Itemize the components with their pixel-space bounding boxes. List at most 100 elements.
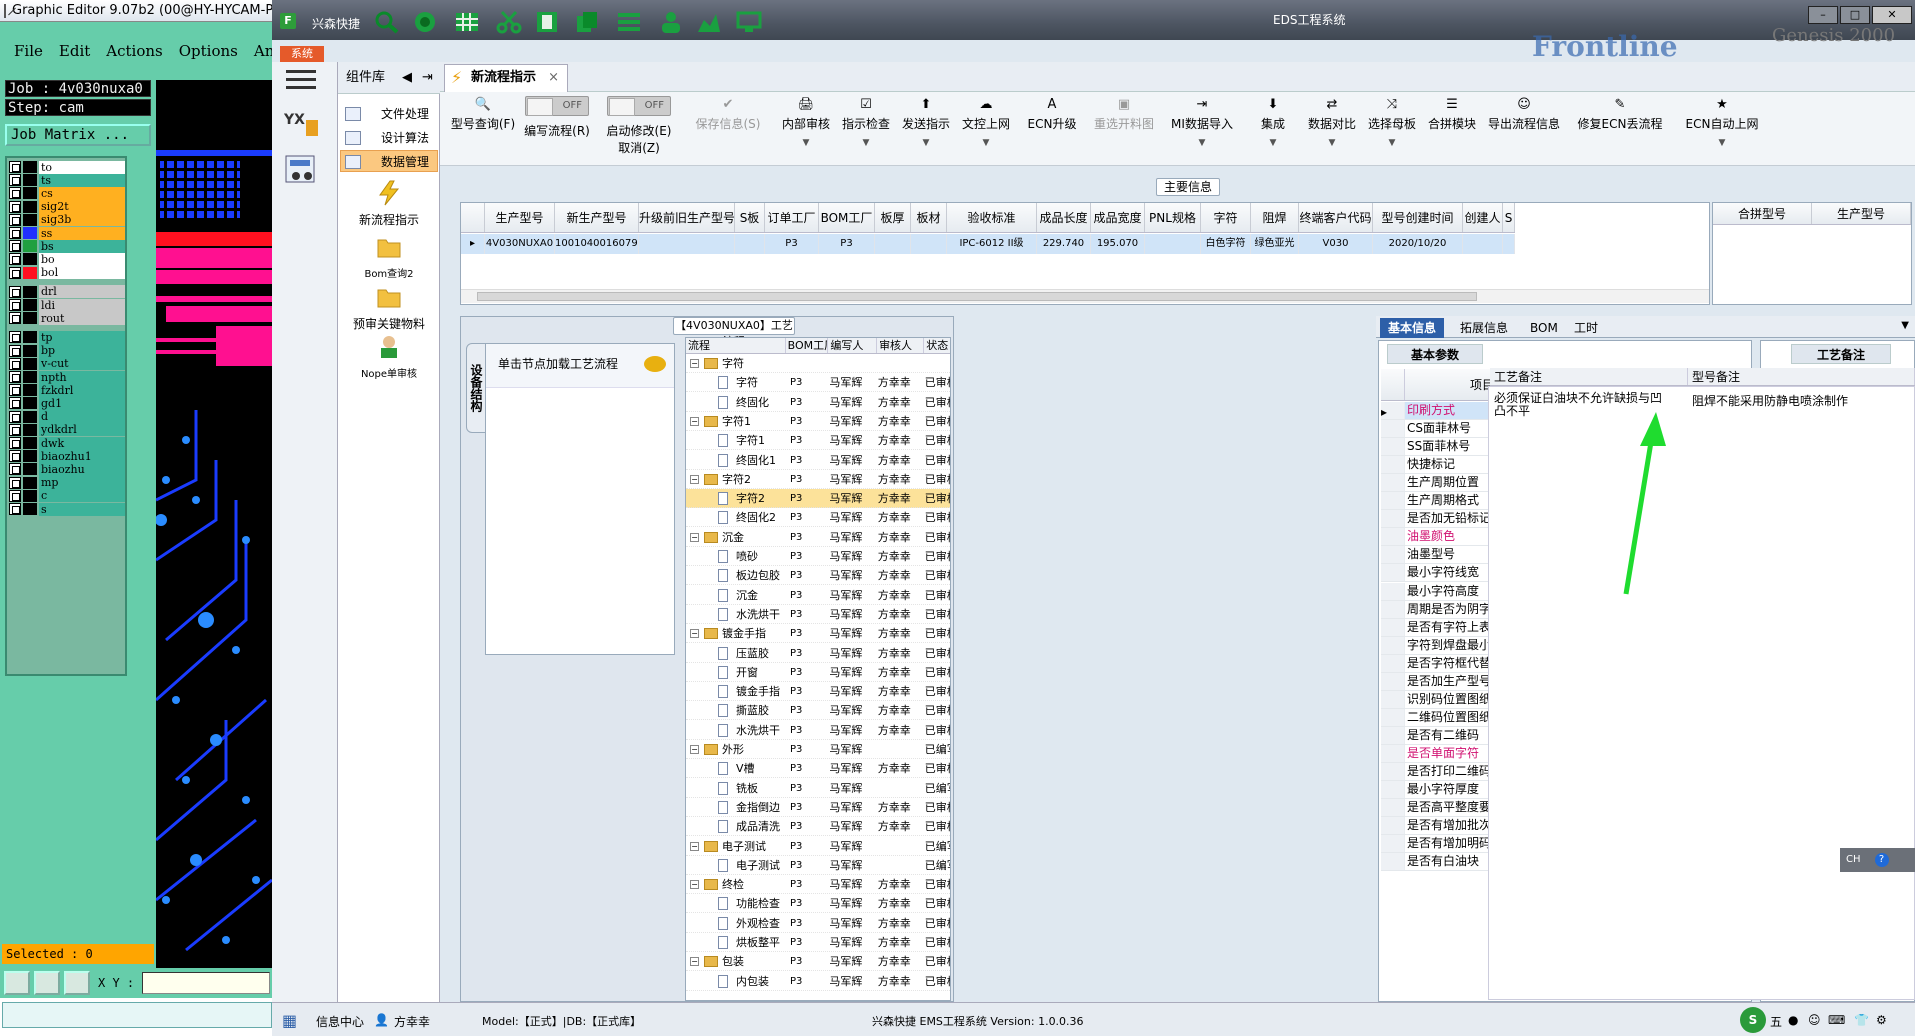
- tree-row[interactable]: − 终检 P3 马军辉方幸幸已审核: [686, 875, 950, 895]
- toolbar-btn-9[interactable]: ⬇ 集成 ▼: [1248, 96, 1298, 149]
- tree-row[interactable]: 外观检查 P3 马军辉方幸幸已审核: [686, 914, 950, 933]
- layer-row[interactable]: sig3b: [9, 213, 125, 227]
- layer-checkbox[interactable]: [9, 253, 21, 266]
- tools-icon[interactable]: ⚙: [1876, 1013, 1887, 1027]
- layer-color-swatch[interactable]: [23, 371, 37, 383]
- layer-checkbox[interactable]: [9, 476, 21, 489]
- layer-checkbox[interactable]: [9, 312, 21, 325]
- ime-indicator[interactable]: CH?: [1840, 848, 1915, 872]
- layer-checkbox[interactable]: [9, 187, 21, 200]
- layer-checkbox[interactable]: [9, 285, 21, 298]
- layer-row[interactable]: bp: [9, 344, 125, 358]
- main-col-header[interactable]: 阻焊: [1251, 203, 1299, 232]
- layer-checkbox[interactable]: [9, 266, 21, 279]
- main-cell[interactable]: 195.070: [1091, 234, 1145, 254]
- tree-row[interactable]: 镀金手指 P3 马军辉方幸幸已审核: [686, 682, 950, 702]
- layer-checkbox[interactable]: [9, 503, 21, 515]
- layer-checkbox[interactable]: [9, 240, 21, 253]
- layer-color-swatch[interactable]: [23, 227, 37, 239]
- node-hint-box[interactable]: 单击节点加载工艺流程: [485, 343, 675, 655]
- layer-color-swatch[interactable]: [23, 240, 37, 253]
- tree-row[interactable]: − 沉金 P3 马军辉方幸幸已审核: [686, 528, 950, 547]
- layer-row[interactable]: mp: [9, 476, 125, 490]
- layer-row[interactable]: ldi: [9, 298, 125, 312]
- calculator-module-icon[interactable]: [284, 154, 320, 186]
- scissors-icon[interactable]: [496, 10, 522, 34]
- nav-design-algorithm[interactable]: 设计算法: [340, 126, 438, 148]
- toolbar-btn-15[interactable]: ★ ECN自动上网 ▼: [1678, 96, 1766, 149]
- main-cell[interactable]: P3: [819, 234, 875, 254]
- minimize-button[interactable]: –: [1808, 6, 1838, 24]
- tab-close-icon[interactable]: ×: [548, 65, 559, 91]
- sogou-ime-icon[interactable]: S: [1740, 1007, 1766, 1033]
- layer-row[interactable]: drl: [9, 285, 125, 299]
- tree-row[interactable]: 烘板整平 P3 马军辉 方幸幸已审核: [686, 933, 950, 952]
- layer-row[interactable]: gd1: [9, 396, 125, 410]
- layer-row[interactable]: bo: [9, 252, 125, 266]
- layer-checkbox[interactable]: [9, 299, 21, 311]
- layer-color-swatch[interactable]: [23, 161, 37, 173]
- tree-row[interactable]: 开窗 P3 马军辉方幸幸已审核: [686, 663, 950, 682]
- expand-toggle-icon[interactable]: −: [690, 957, 699, 967]
- main-cell[interactable]: [1503, 234, 1515, 254]
- layer-row[interactable]: ts: [9, 173, 125, 187]
- dropdown-icon[interactable]: ▼: [1901, 320, 1909, 331]
- main-col-header[interactable]: 订单工厂: [765, 203, 819, 232]
- main-col-header[interactable]: 字符: [1201, 203, 1251, 232]
- tree-row[interactable]: 板边包胶 P3 马军辉方幸幸已审核: [686, 566, 950, 586]
- main-col-header[interactable]: 创建人: [1463, 203, 1503, 232]
- main-cell[interactable]: 10010400160795: [555, 234, 639, 254]
- chevron-down-icon[interactable]: ▼: [840, 138, 892, 148]
- layer-color-swatch[interactable]: [23, 437, 37, 449]
- layer-checkbox[interactable]: [9, 357, 21, 370]
- layer-color-swatch[interactable]: [23, 423, 37, 436]
- layer-color-swatch[interactable]: [23, 384, 37, 397]
- toolbar-btn-7[interactable]: ▣ 重选开料图: [1092, 96, 1156, 132]
- layer-row[interactable]: rout: [9, 311, 125, 325]
- tree-row[interactable]: 金指倒边 P3 马军辉方幸幸已审核: [686, 798, 950, 817]
- layer-color-swatch[interactable]: [23, 312, 37, 325]
- main-col-header[interactable]: 成品长度: [1037, 203, 1091, 232]
- nav-bom-query[interactable]: Bom查询2: [338, 234, 440, 280]
- menu-icon[interactable]: [286, 70, 316, 90]
- tree-row[interactable]: 铣板 P3 马军辉 已编写: [686, 779, 950, 798]
- menu-file[interactable]: File: [14, 42, 43, 60]
- chevron-down-icon[interactable]: ▼: [1248, 138, 1298, 148]
- layer-checkbox[interactable]: [9, 213, 21, 226]
- layer-checkbox[interactable]: [9, 200, 21, 213]
- yx-module-icon[interactable]: YX: [284, 108, 320, 138]
- toolbar-btn-2[interactable]: 🖨 内部审核 ▼: [780, 96, 832, 149]
- person-icon[interactable]: 👕: [1854, 1013, 1869, 1027]
- main-cell[interactable]: 229.740: [1037, 234, 1091, 254]
- layer-color-swatch[interactable]: [23, 450, 37, 463]
- list-icon[interactable]: [616, 10, 642, 34]
- layer-row[interactable]: d: [9, 410, 125, 424]
- model-note-text[interactable]: 阻焊不能采用防静电喷涂制作: [1692, 392, 1912, 409]
- expand-toggle-icon[interactable]: −: [690, 532, 699, 542]
- layer-checkbox[interactable]: [9, 344, 21, 357]
- tree-row[interactable]: 水洗烘干 P3 马军辉方幸幸已审核: [686, 721, 950, 740]
- tree-row[interactable]: 终固化2 P3 马军辉方幸幸已审核: [686, 508, 950, 528]
- layer-color-swatch[interactable]: [23, 503, 37, 515]
- layer-checkbox[interactable]: [9, 450, 21, 463]
- layer-row[interactable]: ydkdrl: [9, 423, 125, 437]
- off-toggle[interactable]: OFF: [525, 96, 589, 116]
- nav-new-flow[interactable]: 新流程指示: [338, 180, 440, 228]
- layer-checkbox[interactable]: [9, 410, 21, 423]
- expand-toggle-icon[interactable]: −: [690, 745, 699, 754]
- main-cell[interactable]: V030: [1299, 234, 1373, 254]
- layer-color-swatch[interactable]: [23, 331, 37, 344]
- main-cell[interactable]: 绿色亚光: [1251, 234, 1299, 254]
- layer-row[interactable]: bol: [9, 266, 125, 280]
- layer-row[interactable]: bs: [9, 239, 125, 253]
- start-modify-toggle[interactable]: OFF 启动修改(E) 取消(Z): [602, 96, 676, 156]
- layer-row[interactable]: npth: [9, 370, 125, 384]
- note-text-area[interactable]: [1488, 386, 1915, 1000]
- toolbar-btn-13[interactable]: ☺ 导出流程信息: [1486, 96, 1562, 132]
- main-cell[interactable]: 2020/10/20: [1373, 234, 1463, 254]
- main-col-header[interactable]: BOM工厂: [819, 203, 875, 232]
- process-tree[interactable]: 流程 BOM工厂 编写人 审核人 状态 −字符字符P3马军辉方幸幸已审核终固化P…: [685, 337, 951, 1001]
- layer-color-swatch[interactable]: [23, 410, 37, 423]
- toolbar-btn-3[interactable]: ☑ 指示检查 ▼: [840, 96, 892, 149]
- off-toggle[interactable]: OFF: [607, 96, 671, 116]
